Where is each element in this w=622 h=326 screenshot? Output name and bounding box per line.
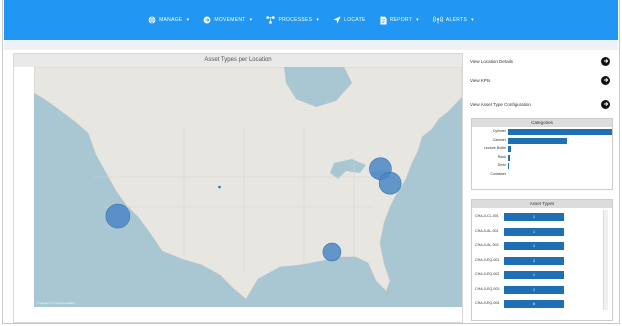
asset-types-table: Asset Types CHA-0-CL-001 1 CHA-0-AL-001 1 CH… (471, 199, 613, 321)
signal-icon (432, 16, 443, 24)
map-view[interactable]: © Mapbox © OpenStreetMap (34, 67, 462, 307)
category-row[interactable]: Dewr (472, 162, 612, 170)
nav-report[interactable]: REPORT ▾ (380, 16, 419, 25)
category-bar[interactable] (508, 137, 568, 144)
asset-types-scrollbar[interactable] (603, 210, 608, 310)
location-bubble[interactable] (105, 203, 131, 229)
sub-header-bar (4, 40, 618, 50)
location-bubble[interactable] (378, 171, 402, 195)
category-label: Rack (497, 154, 506, 159)
nav-processes-label: PROCESSES (278, 17, 313, 23)
caret-down-icon: ▾ (316, 17, 320, 23)
asset-type-count: 1 (504, 227, 564, 236)
nav-locate[interactable]: LOCATE (333, 16, 365, 24)
view-kpis-label: View KPIs (470, 77, 491, 83)
category-row[interactable]: Canister (472, 137, 612, 145)
category-row[interactable]: Cylinder (472, 128, 612, 136)
categories-title: Categories (472, 119, 612, 127)
asset-type-row[interactable]: CHA-0-AL-001 1 (472, 227, 592, 237)
asset-type-count: 2 (504, 256, 564, 265)
category-label: Container (490, 171, 506, 176)
top-navbar: MANAGE ▾ MOVEMENT ▾ PROCESSES ▾ LOCATE REPO… (4, 0, 618, 40)
nav-alerts[interactable]: ALERTS ▾ (432, 16, 474, 24)
map-svg (34, 67, 462, 307)
nav-report-label: REPORT (389, 17, 413, 23)
caret-down-icon: ▾ (249, 17, 253, 23)
view-asset-type-configuration-link[interactable]: View Asset Type Configuration (470, 97, 610, 111)
nav-manage-label: MANAGE (159, 17, 183, 23)
arrow-right-circle-icon[interactable] (601, 99, 610, 109)
asset-type-label: CHA-0-CL-001 (475, 214, 499, 218)
category-bar[interactable] (508, 129, 612, 135)
arrow-circle-icon (203, 16, 211, 24)
right-panel: View Location Details View KPIs View Ass… (470, 53, 618, 323)
asset-type-row[interactable]: CHA-0-EQ-003 1 (472, 285, 592, 295)
view-kpis-link[interactable]: View KPIs (470, 73, 610, 87)
category-label: Cylinder (492, 129, 506, 133)
caret-down-icon: ▾ (186, 17, 190, 23)
asset-type-label: CHA-0-AL-002 (475, 243, 499, 247)
caret-down-icon: ▾ (416, 17, 419, 23)
view-location-details-label: View Location Details (470, 58, 513, 64)
nav-movement-label: MOVEMENT (214, 17, 246, 23)
nav-alerts-label: ALERTS (445, 17, 468, 23)
asset-type-row[interactable]: CHA-0-EQ-001 2 (472, 256, 592, 266)
arrow-right-circle-icon[interactable] (601, 56, 610, 66)
category-row[interactable]: Container (472, 171, 612, 179)
asset-type-label: CHA-0-EQ-004 (475, 301, 500, 305)
category-row[interactable]: Lecture Bottle (472, 145, 612, 153)
asset-type-row[interactable]: CHA-0-AL-002 1 (472, 241, 592, 251)
asset-types-rows: CHA-0-CL-001 1 CHA-0-AL-001 1 CHA-0-AL-002 1 C… (472, 212, 612, 317)
asset-type-label: CHA-0-AL-001 (475, 228, 499, 233)
asset-type-label: CHA-0-EQ-002 (475, 272, 500, 276)
asset-type-row[interactable]: CHA-0-EQ-002 1 (472, 270, 592, 280)
location-dot[interactable] (218, 185, 221, 189)
asset-type-row[interactable]: CHA-0-EQ-004 6 (472, 299, 592, 309)
map-title: Asset Types per Location (14, 54, 462, 67)
category-bar[interactable] (508, 146, 512, 152)
asset-type-row[interactable]: CHA-0-CL-001 1 (472, 212, 592, 222)
view-asset-type-configuration-label: View Asset Type Configuration (470, 101, 531, 107)
map-panel: Asset Types per Location © Mapbox © Open… (13, 53, 463, 323)
category-bar[interactable] (508, 154, 511, 161)
nodes-icon (266, 16, 275, 24)
view-location-details-link[interactable]: View Location Details (470, 54, 610, 68)
caret-down-icon: ▾ (471, 17, 474, 23)
asset-type-count: 1 (504, 271, 564, 279)
asset-type-count: 1 (504, 213, 564, 221)
nav-locate-label: LOCATE (344, 17, 366, 23)
category-label: Canister (492, 137, 506, 142)
categories-chart: Categories Cylinder Canister Lecture Bottl… (471, 118, 613, 190)
nav-movement[interactable]: MOVEMENT ▾ (203, 16, 252, 24)
nav-processes[interactable]: PROCESSES ▾ (266, 16, 319, 24)
categories-rows: Cylinder Canister Lecture Bottle Rack Dewr Co… (472, 128, 612, 188)
globe-icon (148, 16, 156, 24)
asset-type-count: 1 (504, 285, 564, 294)
asset-types-title: Asset Types (472, 200, 612, 208)
asset-type-count: 1 (504, 242, 564, 250)
asset-type-label: CHA-0-EQ-001 (475, 257, 500, 262)
arrow-right-circle-icon[interactable] (601, 75, 610, 85)
asset-type-label: CHA-0-EQ-003 (475, 286, 500, 291)
document-icon (380, 16, 387, 24)
category-bar[interactable] (508, 163, 510, 169)
category-row[interactable]: Rack (472, 154, 612, 162)
location-bubble[interactable] (322, 242, 342, 262)
location-arrow-icon (333, 16, 341, 24)
nav-manage[interactable]: MANAGE ▾ (148, 16, 189, 24)
category-label: Lecture Bottle (483, 146, 506, 150)
category-label: Dewr (497, 163, 506, 167)
asset-type-count: 6 (504, 300, 564, 308)
map-credit: © Mapbox © OpenStreetMap (36, 301, 75, 305)
